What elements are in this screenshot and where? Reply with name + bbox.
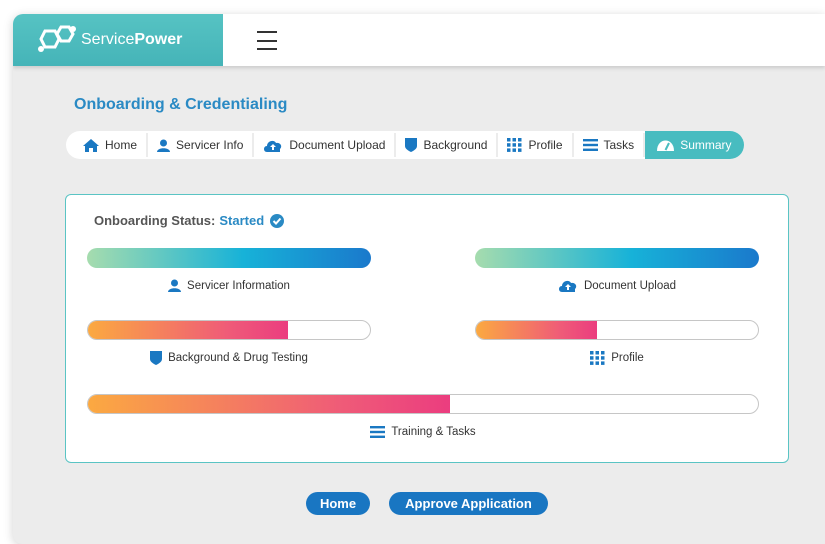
tab-profile[interactable]: Profile (498, 133, 574, 157)
progress-fill (475, 248, 759, 268)
onboarding-status: Onboarding Status: Started (94, 213, 285, 228)
check-circle-icon (270, 213, 285, 228)
label-text: Servicer Information (187, 279, 290, 292)
tab-label: Tasks (603, 138, 635, 152)
progress-label-document-upload: Document Upload (475, 279, 759, 292)
progress-bar-background (87, 320, 371, 340)
cloud-upload-icon (263, 139, 283, 152)
status-value: Started (219, 213, 265, 228)
progress-bar-training (87, 394, 759, 414)
progress-bar-document-upload (475, 248, 759, 268)
brand-logo[interactable]: ServicePower (13, 14, 223, 66)
grid-icon (507, 138, 522, 152)
tab-servicer-info[interactable]: Servicer Info (148, 133, 255, 157)
home-button[interactable]: Home (306, 492, 370, 515)
tab-home[interactable]: Home (74, 133, 149, 157)
page-title: Onboarding & Credentialing (74, 96, 288, 113)
progress-fill (88, 395, 450, 413)
app-window: ServicePower Onboarding & Credentialing … (13, 14, 825, 544)
progress-fill (476, 321, 598, 339)
tab-label: Background (423, 138, 488, 152)
tab-label: Servicer Info (176, 138, 244, 152)
brand-name-prefix: Service (81, 31, 135, 48)
shield-icon (405, 138, 418, 152)
brand-name-suffix: Power (134, 31, 183, 48)
tab-label: Home (105, 138, 138, 152)
approve-application-button[interactable]: Approve Application (389, 492, 548, 515)
progress-label-servicer-info: Servicer Information (87, 279, 371, 292)
grid-icon (590, 351, 605, 365)
list-icon (370, 426, 386, 438)
tab-label: Profile (528, 138, 563, 152)
tab-document-upload[interactable]: Document Upload (254, 133, 397, 157)
user-icon (157, 139, 171, 152)
progress-label-training: Training & Tasks (87, 426, 759, 438)
nav-tabs: Home Servicer Info Document Upload Backg… (66, 131, 744, 159)
progress-fill (88, 321, 289, 339)
progress-fill (87, 248, 371, 268)
user-icon (168, 279, 182, 292)
label-text: Background & Drug Testing (168, 352, 308, 364)
label-text: Profile (611, 352, 644, 364)
list-icon (582, 139, 598, 151)
shield-icon (150, 351, 163, 365)
label-text: Document Upload (583, 279, 677, 292)
top-bar: ServicePower (13, 14, 825, 66)
progress-label-profile: Profile (475, 351, 759, 365)
tab-tasks[interactable]: Tasks (574, 133, 646, 157)
progress-bar-servicer-info (87, 248, 371, 268)
label-text: Training & Tasks (391, 426, 476, 438)
tab-label: Document Upload (289, 138, 386, 152)
progress-bar-profile (475, 320, 759, 340)
tab-summary[interactable]: Summary (645, 131, 744, 159)
home-icon (83, 138, 99, 152)
status-label: Onboarding Status: (94, 213, 216, 228)
summary-card: Onboarding Status: Started Servicer Info… (65, 194, 789, 463)
gauge-icon (657, 140, 675, 151)
brand-name: ServicePower (81, 31, 182, 49)
hamburger-icon[interactable] (257, 28, 281, 50)
tab-label: Summary (680, 138, 732, 152)
logo-icon (38, 25, 76, 52)
tab-background[interactable]: Background (396, 133, 499, 157)
progress-label-background: Background & Drug Testing (87, 351, 371, 365)
cloud-upload-icon (558, 279, 578, 292)
